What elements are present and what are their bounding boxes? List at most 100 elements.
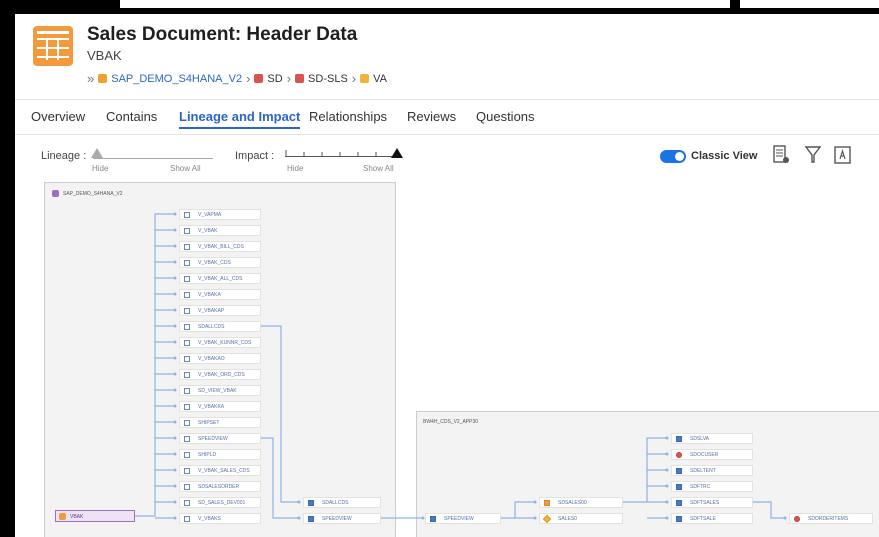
lineage-node[interactable]: SD_VIEW_VBAK — [179, 385, 261, 396]
lineage-node[interactable]: V_VBAKA — [179, 289, 261, 300]
lineage-node[interactable]: SDFTRC — [671, 481, 753, 492]
database-icon — [676, 484, 682, 490]
node-label: V_VBAK_SALES_CDS — [198, 468, 250, 474]
lineage-node[interactable]: V_VBAK_BILL_CDS — [179, 241, 261, 252]
node-label: SDALLCDS — [198, 324, 225, 330]
lineage-node[interactable]: V_VBAKS — [179, 513, 261, 524]
view-icon — [184, 468, 190, 474]
window-strip-right — [740, 0, 879, 8]
node-label: V_VBAK_ALL_CDS — [198, 276, 243, 282]
lineage-node[interactable]: V_VBAK — [179, 225, 261, 236]
lineage-node[interactable]: V_VBAKAP — [179, 305, 261, 316]
node-label: SD_VIEW_VBAK — [198, 388, 237, 394]
view-icon — [184, 452, 190, 458]
node-label: V_VBAKS — [198, 516, 221, 522]
node-label: SDSALESORDER — [198, 484, 240, 490]
database-icon — [676, 436, 682, 442]
view-icon — [184, 308, 190, 314]
node-label: V_VBAK — [198, 228, 218, 234]
lineage-node[interactable]: SPEEDVIEW — [179, 433, 261, 444]
node-label: V_VBAKAO — [198, 356, 225, 362]
node-label: V_VAPMA — [198, 212, 222, 218]
lineage-node[interactable]: SDSLVA — [671, 433, 753, 444]
source-node-label: VBAK — [70, 514, 84, 520]
view-icon — [184, 404, 190, 410]
view-icon — [184, 436, 190, 442]
view-icon — [184, 260, 190, 266]
lineage-node[interactable]: SDSALES00 — [539, 497, 623, 508]
node-label: SDOCUSER — [690, 452, 719, 458]
database-icon — [676, 500, 682, 506]
view-icon — [184, 420, 190, 426]
view-icon — [184, 372, 190, 378]
source-node-vbak[interactable]: VBAK — [55, 510, 135, 522]
view-icon — [184, 324, 190, 330]
node-label: V_VBAK_CDS — [198, 260, 231, 266]
lineage-node[interactable]: SDFTSALE — [671, 513, 753, 524]
view-icon — [184, 292, 190, 298]
node-label: SDFTSALE — [690, 516, 716, 522]
lineage-node[interactable]: SDOCUSER — [671, 449, 753, 460]
node-label: V_VBAK_ORD_CDS — [198, 372, 245, 378]
node-label: SDELTENT — [690, 468, 716, 474]
node-label: SDFTSALES — [690, 500, 720, 506]
lineage-node[interactable]: V_VBAK_ORD_CDS — [179, 369, 261, 380]
window-strip-left — [120, 0, 730, 8]
lineage-node[interactable]: SPEEDVIEW — [425, 513, 501, 524]
table-icon — [544, 500, 550, 506]
database-icon — [676, 516, 682, 522]
lineage-node[interactable]: V_VAPMA — [179, 209, 261, 220]
node-label: SHIPSET — [198, 420, 220, 426]
view-icon — [184, 500, 190, 506]
node-label: SDSLVA — [690, 436, 709, 442]
user-icon — [676, 452, 682, 458]
lineage-node[interactable]: SDSALESORDER — [179, 481, 261, 492]
lineage-node[interactable]: SD_SALES_DEV001 — [179, 497, 261, 508]
lineage-node[interactable]: V_VBAKAO — [179, 353, 261, 364]
lineage-node[interactable]: SDELTENT — [671, 465, 753, 476]
view-icon — [184, 212, 190, 218]
node-label: SDALLCDS — [322, 500, 349, 506]
node-label: SALES0 — [558, 516, 577, 522]
node-label: SDSALES00 — [558, 500, 587, 506]
node-label: SPEEDVIEW — [322, 516, 352, 522]
lineage-node[interactable]: SPEEDVIEW — [303, 513, 381, 524]
user-icon — [794, 516, 800, 522]
package-icon — [542, 514, 552, 524]
node-label: SHIPLD — [198, 452, 217, 458]
view-icon — [184, 228, 190, 234]
view-icon — [184, 388, 190, 394]
node-label: SDFTRC — [690, 484, 711, 490]
lineage-node[interactable]: SDALLCDS — [303, 497, 381, 508]
view-icon — [184, 356, 190, 362]
lineage-node[interactable]: V_VBAK_ALL_CDS — [179, 273, 261, 284]
view-icon — [184, 484, 190, 490]
node-label: SD_SALES_DEV001 — [198, 500, 246, 506]
database-icon — [430, 516, 436, 522]
node-label: V_VBAKA — [198, 292, 221, 298]
lineage-node[interactable]: SDORDERITEMS — [789, 513, 873, 524]
view-icon — [184, 340, 190, 346]
node-label: V_VBAKKA — [198, 404, 225, 410]
node-label: SPEEDVIEW — [444, 516, 474, 522]
window-top-strip — [0, 0, 879, 14]
view-icon — [184, 516, 190, 522]
node-label: SDORDERITEMS — [808, 516, 849, 522]
database-icon — [308, 500, 314, 506]
lineage-node[interactable]: SHIPSET — [179, 417, 261, 428]
view-icon — [184, 244, 190, 250]
view-icon — [184, 276, 190, 282]
lineage-node[interactable]: SHIPLD — [179, 449, 261, 460]
node-label: SPEEDVIEW — [198, 436, 228, 442]
node-label: V_VBAKAP — [198, 308, 225, 314]
lineage-node[interactable]: V_VBAK_CDS — [179, 257, 261, 268]
lineage-node[interactable]: V_VBAK_KUNNR_CDS — [179, 337, 261, 348]
database-icon — [308, 516, 314, 522]
database-icon — [676, 468, 682, 474]
lineage-node[interactable]: V_VBAKKA — [179, 401, 261, 412]
lineage-node[interactable]: SDALLCDS — [179, 321, 261, 332]
lineage-node[interactable]: SDFTSALES — [671, 497, 753, 508]
lineage-node[interactable]: SALES0 — [539, 513, 623, 524]
node-label: V_VBAK_KUNNR_CDS — [198, 340, 252, 346]
lineage-node[interactable]: V_VBAK_SALES_CDS — [179, 465, 261, 476]
